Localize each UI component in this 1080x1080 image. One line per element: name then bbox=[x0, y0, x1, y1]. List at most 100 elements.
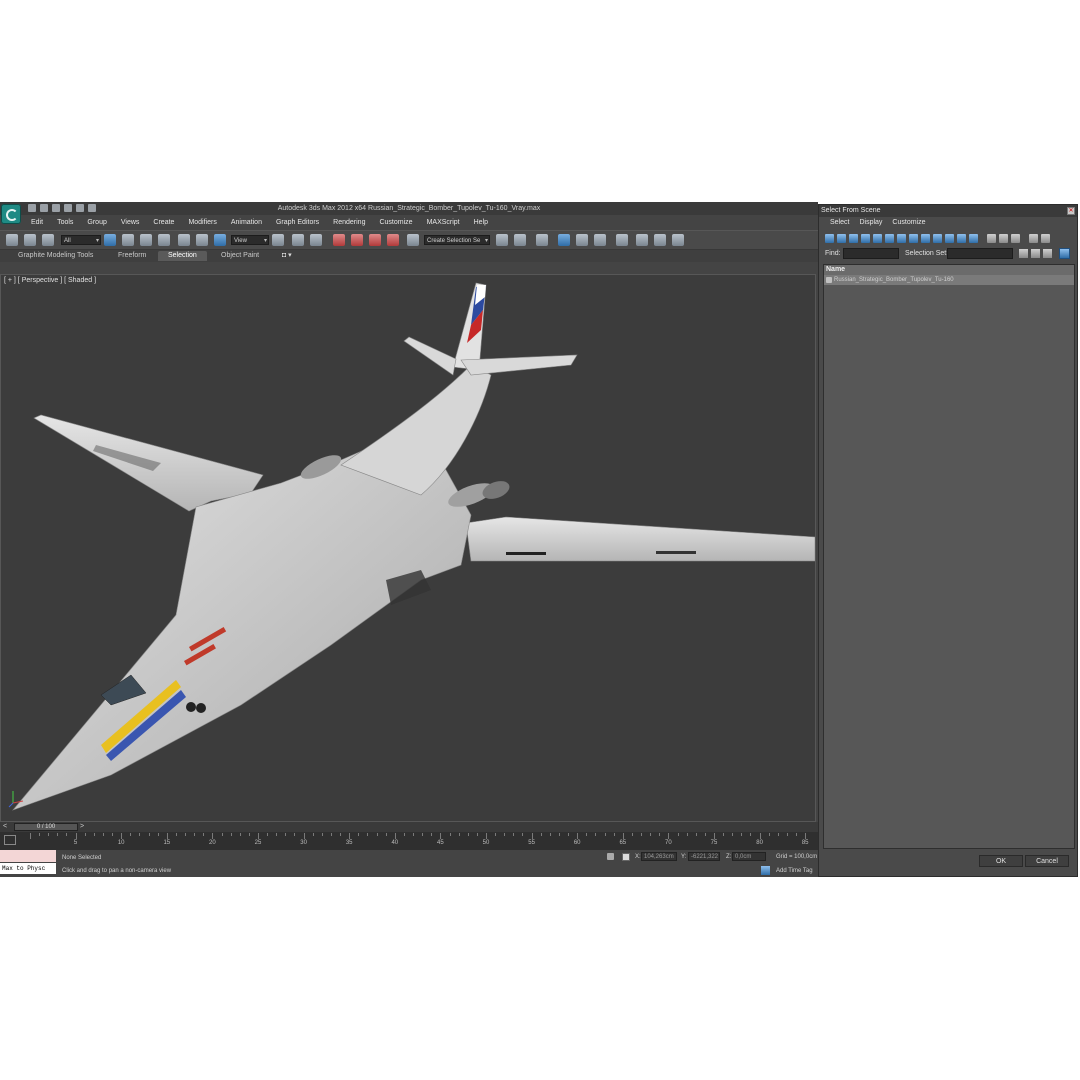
display-subtree-icon[interactable] bbox=[1059, 248, 1070, 259]
menu-tools[interactable]: Tools bbox=[50, 216, 80, 228]
time-slider[interactable]: 0 / 100 bbox=[14, 823, 78, 831]
filter-icon[interactable] bbox=[1029, 234, 1038, 243]
align-icon[interactable] bbox=[514, 234, 526, 246]
absolute-mode-icon[interactable] bbox=[622, 853, 630, 861]
filter-options-icon[interactable] bbox=[1041, 234, 1050, 243]
angle-snap-icon[interactable] bbox=[351, 234, 363, 246]
ok-button[interactable]: OK bbox=[979, 855, 1023, 867]
menu-modifiers[interactable]: Modifiers bbox=[181, 216, 223, 228]
app-logo-icon[interactable] bbox=[1, 204, 21, 224]
menu-customize[interactable]: Customize bbox=[372, 216, 419, 228]
scene-object-list[interactable]: Name Russian_Strategic_Bomber_Tupolev_Tu… bbox=[823, 264, 1075, 849]
tab-graphite-modeling-tools[interactable]: Graphite Modeling Tools bbox=[18, 251, 93, 261]
select-by-name-icon[interactable] bbox=[122, 234, 134, 246]
ribbon-options-icon[interactable]: ◘ ▾ bbox=[282, 251, 292, 261]
rectangular-selection-icon[interactable] bbox=[140, 234, 152, 246]
ruler-tick bbox=[57, 833, 59, 836]
layer-manager-icon[interactable] bbox=[536, 234, 548, 246]
menu-group[interactable]: Group bbox=[80, 216, 113, 228]
edit-named-selection-icon[interactable] bbox=[407, 234, 419, 246]
lock-selection-icon[interactable] bbox=[607, 853, 614, 860]
cancel-button[interactable]: Cancel bbox=[1025, 855, 1069, 867]
display-all-icon[interactable] bbox=[969, 234, 978, 243]
spinner-snap-icon[interactable] bbox=[387, 234, 399, 246]
list-item[interactable]: Russian_Strategic_Bomber_Tupolev_Tu-160 bbox=[824, 275, 1074, 285]
timeline-next-icon[interactable]: > bbox=[80, 823, 84, 830]
display-groups-icon[interactable] bbox=[897, 234, 906, 243]
display-cameras-icon[interactable] bbox=[861, 234, 870, 243]
display-bones-icon[interactable] bbox=[921, 234, 930, 243]
unlink-selection-icon[interactable] bbox=[24, 234, 36, 246]
tab-freeform[interactable]: Freeform bbox=[118, 251, 146, 261]
x-coordinate-field[interactable]: 104,263cm bbox=[641, 852, 677, 861]
display-space-warps-icon[interactable] bbox=[885, 234, 894, 243]
menu-edit[interactable]: Edit bbox=[24, 216, 50, 228]
menu-maxscript[interactable]: MAXScript bbox=[420, 216, 467, 228]
perspective-viewport[interactable]: [ + ] [ Perspective ] [ Shaded ] bbox=[0, 274, 816, 822]
select-influences-icon[interactable] bbox=[1043, 249, 1052, 258]
close-icon[interactable]: ✕ bbox=[1067, 207, 1075, 215]
render-production-icon[interactable] bbox=[672, 234, 684, 246]
time-slider-track[interactable]: < 0 / 100 > bbox=[0, 822, 818, 832]
time-tag-icon[interactable] bbox=[761, 866, 770, 875]
select-children-icon[interactable] bbox=[1019, 249, 1028, 258]
menu-graph-editors[interactable]: Graph Editors bbox=[269, 216, 326, 228]
z-coordinate-field[interactable]: 0,0cm bbox=[732, 852, 766, 861]
rendered-frame-window-icon[interactable] bbox=[654, 234, 666, 246]
display-hidden-icon[interactable] bbox=[957, 234, 966, 243]
display-helpers-icon[interactable] bbox=[873, 234, 882, 243]
window-crossing-icon[interactable] bbox=[158, 234, 170, 246]
schematic-view-icon[interactable] bbox=[594, 234, 606, 246]
select-and-move-icon[interactable] bbox=[178, 234, 190, 246]
find-input[interactable] bbox=[843, 248, 899, 259]
display-geometry-icon[interactable] bbox=[825, 234, 834, 243]
timeline-prev-icon[interactable]: < bbox=[3, 823, 7, 830]
tab-object-paint[interactable]: Object Paint bbox=[221, 251, 259, 261]
select-all-icon[interactable] bbox=[987, 234, 996, 243]
pivot-center-icon[interactable] bbox=[272, 234, 284, 246]
percent-snap-icon[interactable] bbox=[369, 234, 381, 246]
add-time-tag-button[interactable]: Add Time Tag bbox=[776, 866, 813, 877]
select-none-icon[interactable] bbox=[999, 234, 1008, 243]
tab-selection[interactable]: Selection bbox=[158, 251, 207, 261]
ruler-tick bbox=[75, 833, 77, 839]
select-and-rotate-icon[interactable] bbox=[196, 234, 208, 246]
maxscript-listener-output[interactable] bbox=[0, 850, 56, 862]
manipulate-icon[interactable] bbox=[292, 234, 304, 246]
mini-curve-editor-icon[interactable] bbox=[4, 835, 16, 845]
named-selection-dropdown[interactable]: Create Selection Se bbox=[424, 235, 490, 246]
selection-set-dropdown[interactable] bbox=[947, 248, 1013, 259]
mirror-icon[interactable] bbox=[496, 234, 508, 246]
menu-help[interactable]: Help bbox=[467, 216, 495, 228]
material-editor-icon[interactable] bbox=[616, 234, 628, 246]
keyboard-shortcut-icon[interactable] bbox=[310, 234, 322, 246]
render-setup-icon[interactable] bbox=[636, 234, 648, 246]
track-bar[interactable]: 5 10 15 20 25 30 35 40 45 50 55 60 65 70 75 80 85 bbox=[0, 832, 818, 850]
maxscript-listener-input[interactable]: Max to Physc bbox=[0, 863, 56, 874]
display-shapes-icon[interactable] bbox=[837, 234, 846, 243]
select-and-scale-icon[interactable] bbox=[214, 234, 226, 246]
column-header-name[interactable]: Name bbox=[824, 265, 1074, 275]
snaps-toggle-icon[interactable] bbox=[333, 234, 345, 246]
display-xrefs-icon[interactable] bbox=[909, 234, 918, 243]
select-object-icon[interactable] bbox=[104, 234, 116, 246]
select-and-link-icon[interactable] bbox=[6, 234, 18, 246]
display-frozen-icon[interactable] bbox=[945, 234, 954, 243]
y-coordinate-field[interactable]: -6221,322 bbox=[688, 852, 720, 861]
menu-views[interactable]: Views bbox=[114, 216, 147, 228]
reference-coordinate-dropdown[interactable]: View bbox=[231, 235, 269, 246]
graphite-toggle-icon[interactable] bbox=[558, 234, 570, 246]
menu-create[interactable]: Create bbox=[146, 216, 181, 228]
dialog-menu-display[interactable]: Display bbox=[854, 219, 887, 226]
menu-animation[interactable]: Animation bbox=[224, 216, 269, 228]
select-dependents-icon[interactable] bbox=[1031, 249, 1040, 258]
display-containers-icon[interactable] bbox=[933, 234, 942, 243]
select-invert-icon[interactable] bbox=[1011, 234, 1020, 243]
dialog-menu-customize[interactable]: Customize bbox=[887, 219, 930, 226]
selection-filter-dropdown[interactable]: All bbox=[61, 235, 101, 246]
dialog-menu-select[interactable]: Select bbox=[825, 219, 854, 226]
bind-space-warp-icon[interactable] bbox=[42, 234, 54, 246]
menu-rendering[interactable]: Rendering bbox=[326, 216, 372, 228]
curve-editor-icon[interactable] bbox=[576, 234, 588, 246]
display-lights-icon[interactable] bbox=[849, 234, 858, 243]
